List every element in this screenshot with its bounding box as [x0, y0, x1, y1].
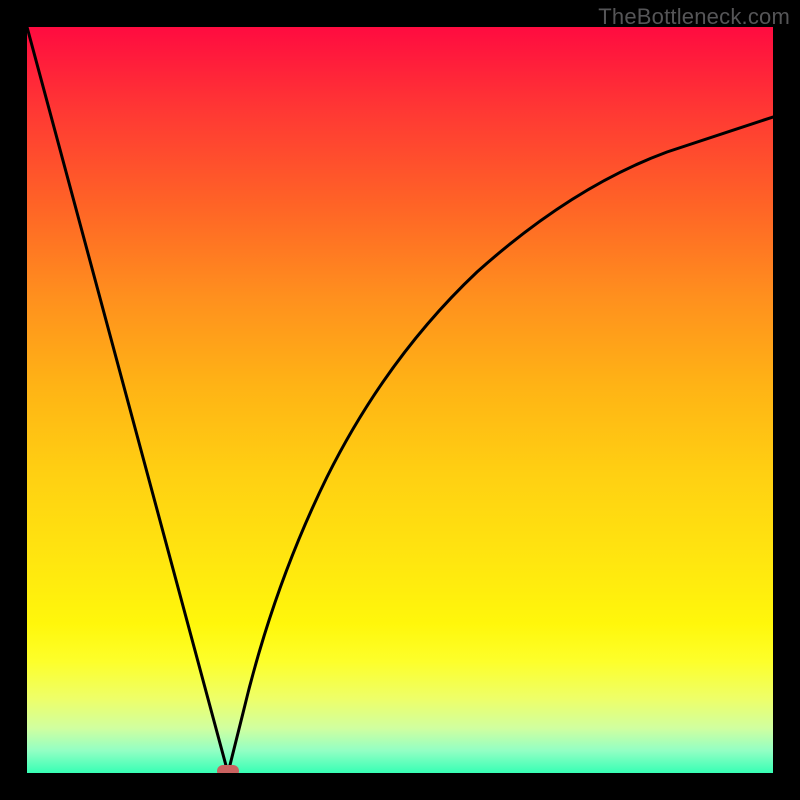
curve-right-branch	[228, 117, 773, 773]
bottleneck-curve	[27, 27, 773, 773]
plot-area	[27, 27, 773, 773]
minimum-marker	[217, 765, 239, 773]
curve-left-branch	[27, 27, 228, 773]
watermark-text: TheBottleneck.com	[598, 4, 790, 30]
